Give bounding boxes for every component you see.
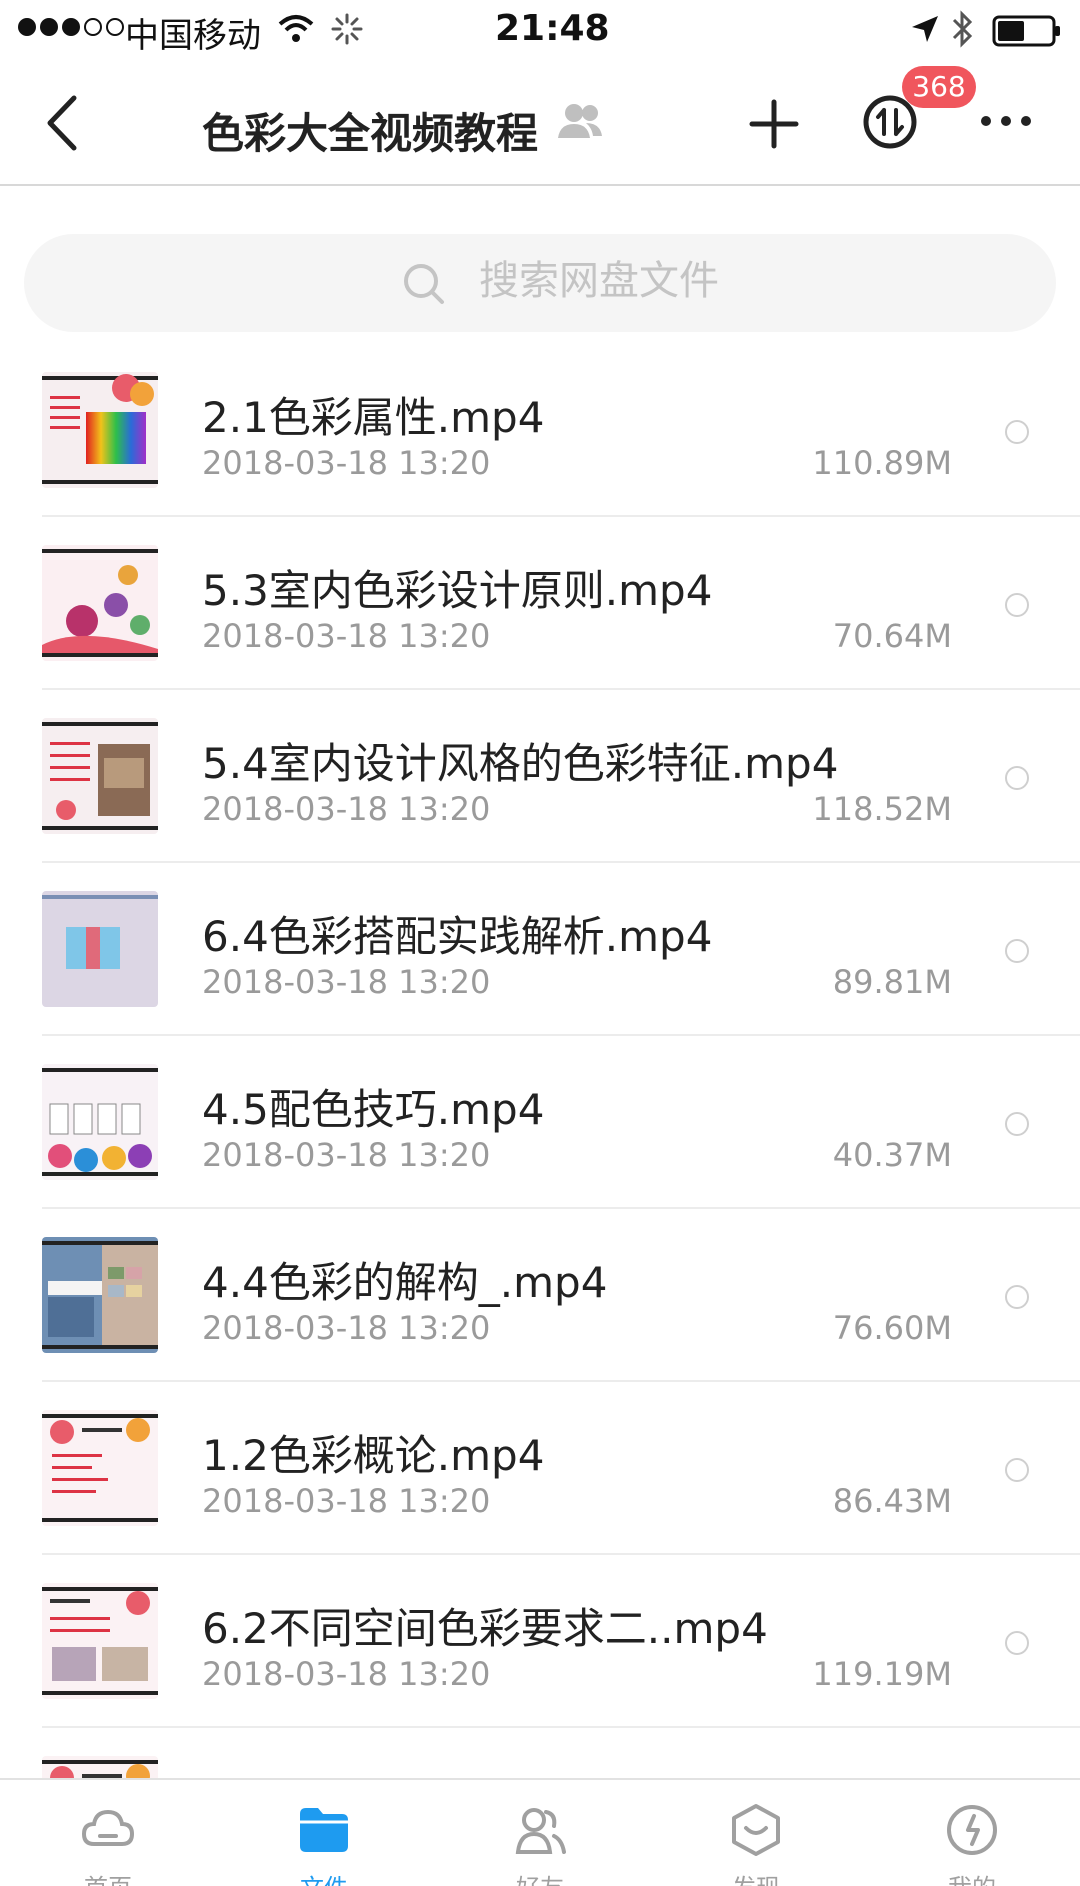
file-date: 2018-03-18 13:20 (202, 963, 491, 1001)
tab-home[interactable]: 首页 (0, 1780, 216, 1886)
file-size: 86.43M (832, 1482, 952, 1520)
file-date: 2018-03-18 13:20 (202, 790, 491, 828)
file-name: 5.4室内设计风格的色彩特征.mp4 (202, 739, 839, 788)
select-radio[interactable] (1005, 939, 1029, 963)
profile-icon (947, 1805, 997, 1855)
file-name: 4.5配色技巧.mp4 (202, 1085, 545, 1134)
file-size: 118.52M (812, 790, 952, 828)
tab-files-label: 文件 (216, 1868, 432, 1886)
file-date: 2018-03-18 13:20 (202, 617, 491, 655)
file-date: 2018-03-18 13:20 (202, 444, 491, 482)
file-name: 1.2色彩概论.mp4 (202, 1431, 545, 1480)
video-thumbnail (42, 718, 158, 834)
file-date: 2018-03-18 13:20 (202, 1482, 491, 1520)
transfer-count-badge: 368 (902, 66, 976, 108)
video-thumbnail (42, 1237, 158, 1353)
select-radio[interactable] (1005, 1458, 1029, 1482)
loading-spinner-icon (330, 12, 364, 50)
bluetooth-icon (950, 10, 976, 52)
file-row[interactable]: 6.4色彩搭配实践解析.mp4 2018-03-18 13:20 89.81M (0, 863, 1080, 1036)
navigation-bar: 色彩大全视频教程 368 (0, 62, 1080, 186)
file-row[interactable]: 2.1色彩属性.mp4 2018-03-18 13:20 110.89M (0, 344, 1080, 517)
video-thumbnail (42, 545, 158, 661)
battery-icon (992, 14, 1062, 52)
tab-profile[interactable]: 我的 (864, 1780, 1080, 1886)
file-date: 2018-03-18 13:20 (202, 1136, 491, 1174)
select-radio[interactable] (1005, 593, 1029, 617)
select-radio[interactable] (1005, 1631, 1029, 1655)
tab-files[interactable]: 文件 (216, 1780, 432, 1886)
file-row[interactable]: 4.5配色技巧.mp4 2018-03-18 13:20 40.37M (0, 1036, 1080, 1209)
file-name: 6.2不同空间色彩要求二..mp4 (202, 1604, 768, 1653)
search-bar[interactable] (24, 234, 1056, 332)
tab-friends[interactable]: 好友 (432, 1780, 648, 1886)
location-arrow-icon (910, 14, 940, 48)
carrier-name: 中国移动 (125, 16, 261, 56)
tab-friends-label: 好友 (432, 1868, 648, 1886)
video-thumbnail (42, 1064, 158, 1180)
bottom-tab-bar: 首页 文件 好友 发现 我的 (0, 1778, 1080, 1886)
video-thumbnail (42, 891, 158, 1007)
file-size: 119.19M (812, 1655, 952, 1693)
signal-strength-icon (18, 18, 124, 36)
file-list: 2.1色彩属性.mp4 2018-03-18 13:20 110.89M 5.3室内色… (0, 344, 1080, 1886)
file-row[interactable]: 5.3室内色彩设计原则.mp4 2018-03-18 13:20 70.64M (0, 517, 1080, 690)
file-size: 110.89M (812, 444, 952, 482)
folder-icon (300, 1808, 348, 1852)
file-row[interactable]: 5.4室内设计风格的色彩特征.mp4 2018-03-18 13:20 118.52… (0, 690, 1080, 863)
tab-discover-label: 发现 (648, 1868, 864, 1886)
search-icon (402, 262, 446, 310)
page-title: 色彩大全视频教程 (202, 109, 539, 158)
more-options-button[interactable] (978, 106, 1034, 136)
cloud-icon (81, 1809, 135, 1846)
file-size: 89.81M (832, 963, 952, 1001)
file-row[interactable]: 1.2色彩概论.mp4 2018-03-18 13:20 86.43M (0, 1382, 1080, 1555)
file-size: 40.37M (832, 1136, 952, 1174)
select-radio[interactable] (1005, 766, 1029, 790)
file-date: 2018-03-18 13:20 (202, 1309, 491, 1347)
tab-home-label: 首页 (0, 1868, 216, 1886)
file-size: 70.64M (832, 617, 952, 655)
shared-members-icon[interactable] (556, 102, 604, 146)
file-date: 2018-03-18 13:20 (202, 1655, 491, 1693)
tab-profile-label: 我的 (864, 1868, 1080, 1886)
file-row[interactable]: 4.4色彩的解构_.mp4 2018-03-18 13:20 76.60M (0, 1209, 1080, 1382)
file-size: 76.60M (832, 1309, 952, 1347)
select-radio[interactable] (1005, 1285, 1029, 1309)
file-name: 5.3室内色彩设计原则.mp4 (202, 566, 713, 615)
select-radio[interactable] (1005, 1112, 1029, 1136)
video-thumbnail (42, 372, 158, 488)
discover-icon (732, 1804, 780, 1856)
video-thumbnail (42, 1583, 158, 1699)
file-name: 6.4色彩搭配实践解析.mp4 (202, 912, 713, 961)
file-row[interactable]: 6.2不同空间色彩要求二..mp4 2018-03-18 13:20 119.19M (0, 1555, 1080, 1728)
status-time: 21:48 (495, 8, 610, 49)
add-button[interactable] (748, 98, 800, 150)
tab-discover[interactable]: 发现 (648, 1780, 864, 1886)
select-radio[interactable] (1005, 420, 1029, 444)
search-input[interactable] (479, 258, 879, 304)
friends-icon (515, 1808, 566, 1854)
back-button[interactable] (42, 92, 82, 154)
wifi-icon (276, 12, 316, 50)
status-bar: 中国移动 21:48 (0, 0, 1080, 62)
file-name: 2.1色彩属性.mp4 (202, 393, 545, 442)
video-thumbnail (42, 1410, 158, 1526)
file-name: 4.4色彩的解构_.mp4 (202, 1258, 608, 1307)
